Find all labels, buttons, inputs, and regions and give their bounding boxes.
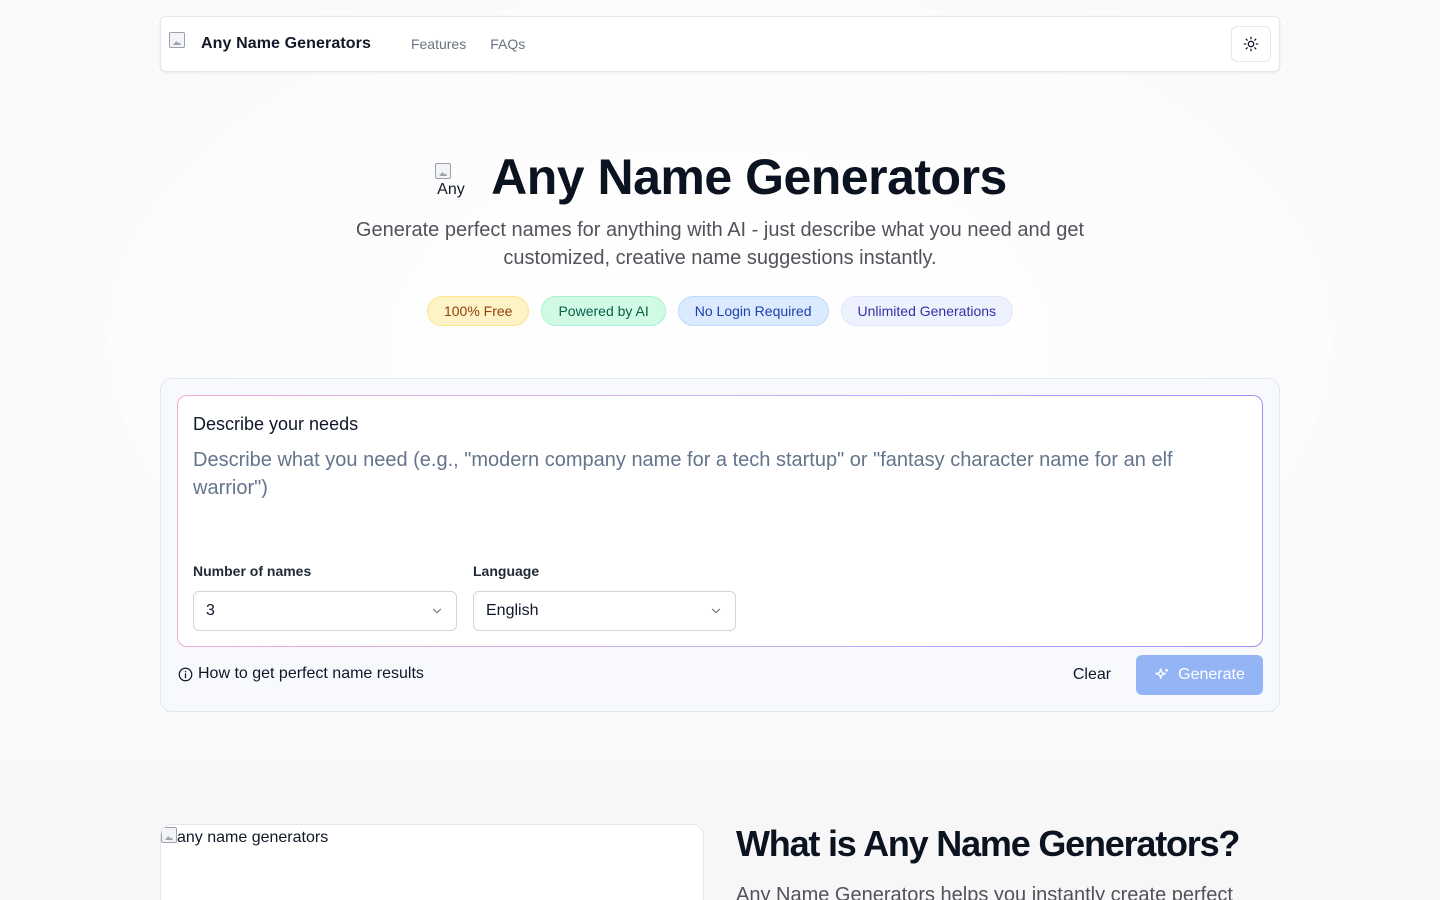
hero-title-row: Any Any Name Generators (0, 148, 1440, 206)
chevron-down-icon (432, 608, 442, 614)
about-title: What is Any Name Generators? (736, 823, 1240, 864)
about-image: any name generators (160, 824, 704, 900)
tips-link-label: How to get perfect name results (198, 665, 424, 682)
nav-links: Features FAQs (411, 36, 525, 52)
hero-subtitle: Generate perfect names for anything with… (355, 219, 1085, 269)
generator-form: Describe your needs Number of names 3 La… (178, 396, 1262, 646)
theme-toggle-button[interactable] (1231, 26, 1271, 62)
count-select-value: 3 (206, 602, 215, 619)
top-navbar: Any Name Generators Features FAQs (160, 16, 1280, 72)
broken-image-icon (169, 32, 185, 48)
badge-no-login: No Login Required (677, 296, 829, 326)
hero-title: Any Name Generators (491, 149, 1007, 205)
chevron-down-icon (711, 608, 721, 614)
generator-card: Describe your needs Number of names 3 La… (160, 378, 1280, 712)
hero-logo-image: Any (433, 155, 477, 199)
brand-name: Any Name Generators (201, 35, 371, 52)
language-select-value: English (486, 602, 539, 619)
about-image-alt-text: any name generators (177, 829, 329, 846)
brand-link[interactable]: Any Name Generators (169, 17, 371, 71)
info-icon (178, 667, 193, 681)
generate-button-label: Generate (1178, 666, 1245, 683)
feature-badges: 100% Free Powered by AI No Login Require… (0, 296, 1440, 326)
nav-link-faqs[interactable]: FAQs (490, 36, 525, 52)
about-text: Any Name Generators helps you instantly … (736, 884, 1233, 900)
sparkles-icon (1155, 668, 1169, 679)
badge-free: 100% Free (426, 296, 530, 326)
count-select[interactable]: 3 (193, 591, 457, 631)
hero-logo-alt-text: Any (437, 181, 465, 198)
generate-button[interactable]: Generate (1136, 655, 1263, 695)
language-select[interactable]: English (473, 591, 736, 631)
badge-powered-by-ai: Powered by AI (541, 296, 666, 326)
nav-link-features[interactable]: Features (411, 36, 466, 52)
clear-button[interactable]: Clear (1057, 655, 1127, 695)
broken-image-icon (435, 163, 452, 179)
brand-logo-image (169, 32, 193, 56)
language-label: Language (473, 563, 540, 579)
sun-icon (1243, 36, 1259, 52)
count-label: Number of names (193, 563, 312, 579)
broken-image-icon (161, 827, 177, 843)
generator-form-border: Describe your needs Number of names 3 La… (177, 395, 1263, 647)
badge-unlimited: Unlimited Generations (840, 296, 1014, 326)
needs-textarea[interactable] (193, 446, 1243, 536)
tips-link[interactable]: How to get perfect name results (178, 665, 424, 683)
needs-label: Describe your needs (193, 414, 359, 434)
